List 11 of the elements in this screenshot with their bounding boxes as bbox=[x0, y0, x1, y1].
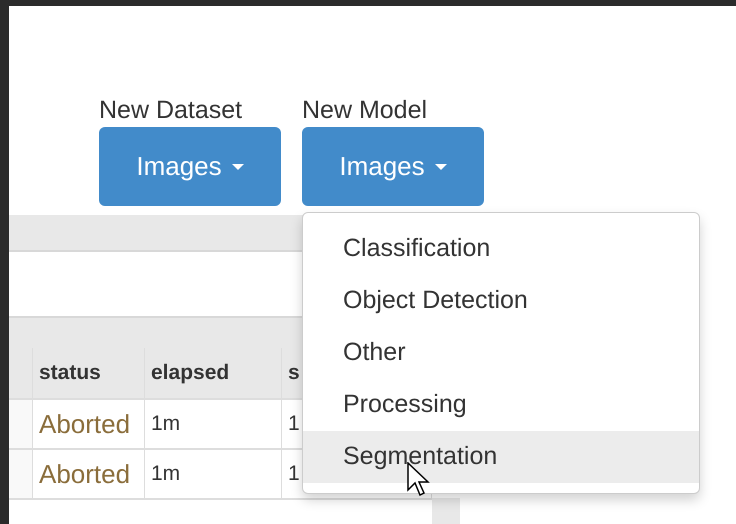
dropdown-button[interactable]: Images bbox=[99, 127, 281, 206]
dropdown-button[interactable]: Images bbox=[302, 127, 484, 206]
caret-icon bbox=[232, 164, 244, 170]
caret-icon bbox=[434, 164, 447, 170]
button-label: New Dataset bbox=[99, 95, 242, 126]
menu-item[interactable]: Segmentation bbox=[303, 431, 699, 483]
menu-item[interactable]: Other bbox=[303, 327, 699, 379]
button-label: New Model bbox=[302, 95, 428, 126]
menu-item[interactable]: Processing bbox=[303, 379, 699, 431]
menu-item[interactable]: Object Detection bbox=[303, 275, 699, 327]
menu-item[interactable]: Classification bbox=[303, 223, 699, 275]
